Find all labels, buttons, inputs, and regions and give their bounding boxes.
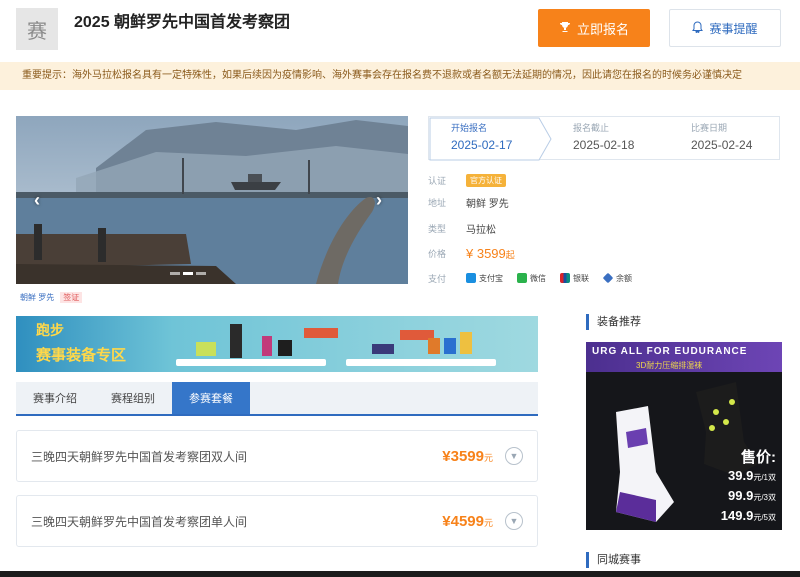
price-value: ¥ 3599起: [466, 246, 515, 261]
registration-timeline: 开始报名 2025-02-17 报名截止 2025-02-18 比赛日期 202…: [428, 116, 780, 161]
carousel-dots: [170, 272, 206, 275]
pay-alipay: 支付宝: [466, 273, 503, 284]
ad-price-2: 99.9元/3双: [721, 487, 776, 507]
balance-icon: [602, 272, 614, 284]
info-pay-row: 支付 支付宝 微信 银联 余额: [428, 270, 632, 286]
prev-arrow-icon[interactable]: ‹: [34, 190, 40, 211]
type-label: 类型: [428, 223, 447, 234]
bell-icon: [692, 20, 704, 36]
timeline-deadline: 报名截止 2025-02-18: [573, 121, 634, 152]
package-price-unit: 元: [483, 452, 493, 463]
sock-ad[interactable]: URG ALL FOR EUDURANCE 3D耐力压缩排湿袜 售价: 39.9…: [586, 342, 782, 530]
carousel-dot[interactable]: [170, 272, 180, 275]
timeline-start-label: 开始报名: [451, 123, 488, 133]
payment-methods: 支付宝 微信 银联 余额: [466, 272, 632, 284]
info-price-row: 价格 ¥ 3599起: [428, 245, 515, 261]
ad-subtitle: 3D耐力压缩排湿袜: [636, 361, 703, 370]
cert-label: 认证: [428, 175, 447, 186]
ad-price-unit: 元/5双: [753, 513, 776, 522]
banner-title: 跑步 赛事装备专区: [36, 320, 126, 365]
package-item[interactable]: 三晚四天朝鲜罗先中国首发考察团双人间 ¥3599元 ▼: [16, 430, 538, 482]
next-arrow-icon[interactable]: ›: [376, 190, 382, 211]
timeline-start: 开始报名 2025-02-17: [451, 121, 512, 152]
tab-intro[interactable]: 赛事介绍: [16, 382, 94, 414]
pay-unionpay: 银联: [560, 273, 589, 284]
unionpay-icon: [560, 273, 570, 283]
ad-slogan: URG ALL FOR EUDURANCE: [592, 346, 748, 357]
important-notice: 重要提示：海外马拉松报名具有一定特殊性，如果后续因为疫情影响、海外赛事会存在报名…: [0, 62, 800, 90]
pay-alipay-label: 支付宝: [479, 273, 503, 283]
package-price: ¥3599元: [442, 448, 493, 465]
price-unit: 起: [505, 249, 515, 260]
banner-line1: 跑步: [36, 322, 64, 338]
timeline-race-label: 比赛日期: [691, 123, 728, 133]
header: 赛 2025 朝鲜罗先中国首发考察团 立即报名 赛事提醒: [0, 0, 800, 60]
timeline-start-date: 2025-02-17: [451, 138, 513, 152]
tab-package[interactable]: 参赛套餐: [172, 382, 250, 414]
price-amount: ¥ 3599: [466, 245, 506, 261]
place-label: 地址: [428, 197, 447, 208]
ad-price-unit: 元/1双: [753, 473, 776, 482]
pay-label: 支付: [428, 273, 447, 284]
gear-recommend-title: 装备推荐: [586, 314, 641, 330]
event-logo: 赛: [16, 8, 58, 50]
package-name: 三晚四天朝鲜罗先中国首发考察团双人间: [31, 449, 248, 464]
ad-prices: 售价: 39.9元/1双 99.9元/3双 149.9元/5双: [721, 446, 776, 527]
chevron-down-icon[interactable]: ▼: [505, 447, 523, 465]
trophy-icon: [559, 21, 571, 36]
location-tag: 朝鲜 罗先: [20, 293, 55, 302]
package-item[interactable]: 三晚四天朝鲜罗先中国首发考察团单人间 ¥4599元 ▼: [16, 495, 538, 547]
signup-label: 立即报名: [576, 21, 629, 37]
page-title: 2025 朝鲜罗先中国首发考察团: [74, 14, 291, 31]
timeline-deadline-date: 2025-02-18: [573, 138, 635, 152]
carousel-dot[interactable]: [183, 272, 193, 275]
ad-price-3: 149.9元/5双: [721, 507, 776, 527]
photo-tags: 朝鲜 罗先 签证: [20, 292, 83, 303]
gear-banner[interactable]: 跑步 赛事装备专区: [16, 316, 538, 372]
ad-price-1: 39.9元/1双: [721, 467, 776, 487]
visa-tag: 签证: [60, 292, 83, 303]
pay-balance-label: 余额: [616, 273, 632, 283]
pay-wechat: 微信: [517, 273, 546, 284]
ad-price-value: 149.9: [720, 508, 754, 523]
timeline-race-date: 2025-02-24: [691, 138, 753, 152]
bottom-bar: [0, 571, 800, 577]
tab-schedule[interactable]: 赛程组别: [94, 382, 172, 414]
ad-price-value: 99.9: [728, 488, 754, 503]
package-name: 三晚四天朝鲜罗先中国首发考察团单人间: [31, 514, 248, 529]
ad-price-unit: 元/3双: [753, 493, 776, 502]
signup-button[interactable]: 立即报名: [538, 9, 650, 47]
pay-balance: 余额: [602, 272, 632, 284]
info-place-row: 地址 朝鲜 罗先: [428, 194, 509, 210]
cert-badge: 官方认证: [466, 173, 506, 187]
detail-tabs: 赛事介绍 赛程组别 参赛套餐: [16, 382, 538, 416]
package-price-amount: ¥3599: [442, 447, 484, 465]
package-price-unit: 元: [483, 517, 493, 528]
banner-line2: 赛事装备专区: [36, 347, 127, 364]
info-type-row: 类型 马拉松: [428, 220, 496, 236]
event-photo: [16, 116, 408, 284]
price-label: 价格: [428, 248, 447, 259]
pay-unionpay-label: 银联: [573, 273, 589, 283]
package-price-amount: ¥4599: [442, 512, 484, 530]
remind-label: 赛事提醒: [709, 21, 758, 36]
carousel-dot[interactable]: [196, 272, 206, 275]
chevron-down-icon[interactable]: ▼: [505, 512, 523, 530]
wechat-icon: [517, 273, 527, 283]
info-cert-row: 认证 官方认证: [428, 172, 506, 188]
alipay-icon: [466, 273, 476, 283]
ad-price-value: 39.9: [728, 468, 754, 483]
remind-button[interactable]: 赛事提醒: [669, 9, 781, 47]
same-city-title: 同城赛事: [586, 552, 641, 568]
type-value: 马拉松: [466, 224, 496, 236]
timeline-race: 比赛日期 2025-02-24: [691, 121, 752, 152]
ad-header: URG ALL FOR EUDURANCE 3D耐力压缩排湿袜: [586, 342, 782, 372]
place-value: 朝鲜 罗先: [466, 198, 509, 210]
pay-wechat-label: 微信: [530, 273, 546, 283]
package-price: ¥4599元: [442, 513, 493, 530]
ad-sale-label: 售价:: [741, 449, 776, 466]
timeline-deadline-label: 报名截止: [573, 123, 610, 133]
